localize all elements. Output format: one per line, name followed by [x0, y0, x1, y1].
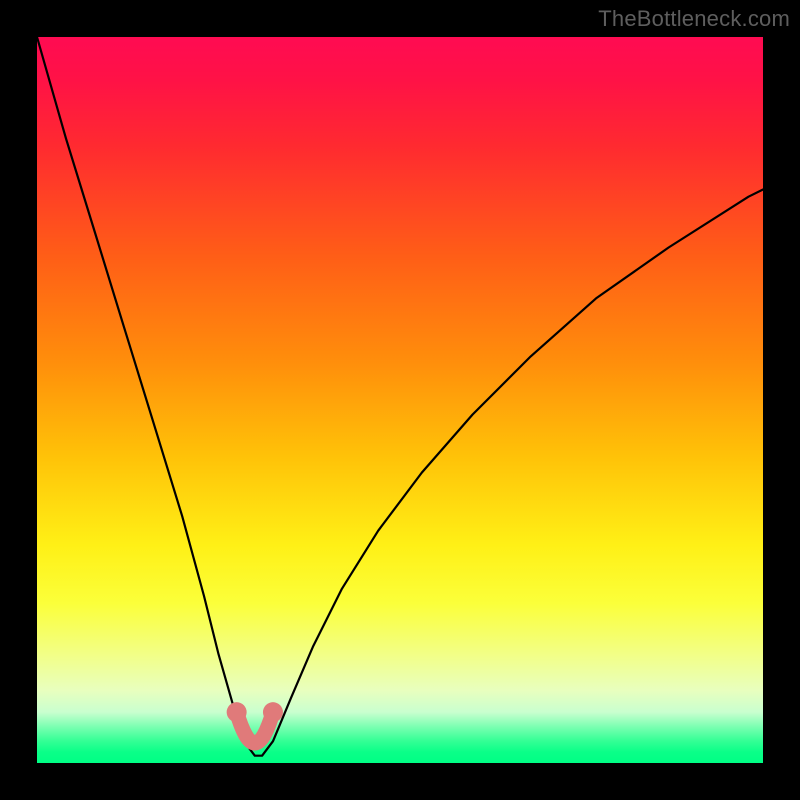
plot-area [37, 37, 763, 763]
bottleneck-curve [37, 37, 763, 756]
watermark-text: TheBottleneck.com [598, 6, 790, 32]
chart-frame: TheBottleneck.com [0, 0, 800, 800]
curve-layer [37, 37, 763, 763]
marker-bottom-arc [237, 712, 273, 743]
